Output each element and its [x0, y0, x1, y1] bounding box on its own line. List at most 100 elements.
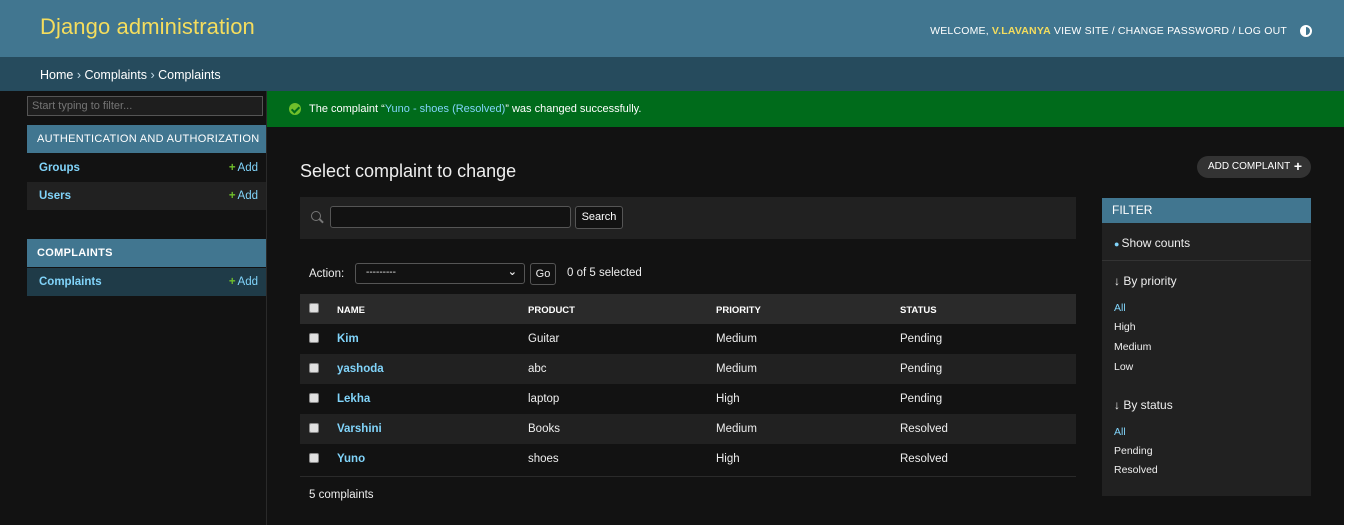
row-priority: Medium	[716, 363, 757, 375]
selection-counter: 0 of 5 selected	[567, 267, 642, 279]
sidebar-item-groups[interactable]: Groups + Add	[27, 154, 266, 182]
view-site-link[interactable]: VIEW SITE	[1054, 25, 1109, 37]
admin-window: Django administration WELCOME, V.LAVANYA…	[0, 0, 1344, 525]
logout-link[interactable]: LOG OUT	[1238, 25, 1287, 37]
breadcrumb-current: Complaints	[158, 68, 221, 82]
filter-title: FILTER	[1102, 198, 1311, 223]
add-complaint-link[interactable]: + Add	[229, 268, 258, 296]
row-name-link[interactable]: Lekha	[337, 393, 370, 405]
add-label: Add	[237, 190, 258, 202]
sidebar-item-label[interactable]: Complaints	[39, 276, 102, 288]
row-checkbox[interactable]	[309, 393, 319, 403]
filter-priority-low[interactable]: Low	[1114, 361, 1133, 373]
check-circle-icon	[289, 103, 301, 115]
filter-priority-all[interactable]: All	[1114, 302, 1126, 314]
separator: /	[1111, 25, 1115, 37]
app-caption-complaints[interactable]: COMPLAINTS	[27, 239, 266, 267]
row-checkbox[interactable]	[309, 333, 319, 343]
eye-icon: ●	[1114, 239, 1120, 249]
column-header-product[interactable]: PRODUCT	[528, 305, 575, 316]
row-name-link[interactable]: Kim	[337, 333, 359, 345]
row-checkbox[interactable]	[309, 363, 319, 373]
row-checkbox[interactable]	[309, 453, 319, 463]
row-product: Books	[528, 423, 560, 435]
action-select-value: ---------	[366, 267, 396, 278]
chevron-down-icon: ⌄	[507, 266, 517, 278]
username: V.LAVANYA	[991, 25, 1051, 37]
sidebar-item-label[interactable]: Users	[39, 190, 71, 202]
table-row: Varshini Books Medium Resolved	[300, 414, 1076, 444]
go-button[interactable]: Go	[530, 263, 556, 285]
row-status: Resolved	[900, 423, 948, 435]
search-button[interactable]: Search	[575, 206, 623, 229]
row-product: laptop	[528, 393, 560, 405]
row-status: Pending	[900, 393, 943, 405]
add-complaint-button[interactable]: ADD COMPLAINT +	[1197, 156, 1311, 178]
add-button-label: ADD COMPLAINT	[1208, 161, 1291, 172]
breadcrumb-app[interactable]: Complaints	[84, 68, 147, 82]
column-header-status[interactable]: STATUS	[900, 305, 937, 316]
success-message: The complaint “Yuno - shoes (Resolved)” …	[267, 91, 1344, 127]
change-password-link[interactable]: CHANGE PASSWORD	[1118, 25, 1229, 37]
table-row: yashoda abc Medium Pending	[300, 354, 1076, 384]
filter-priority-high[interactable]: High	[1114, 321, 1136, 333]
row-name-link[interactable]: Varshini	[337, 423, 382, 435]
sidebar-item-label[interactable]: Groups	[39, 162, 80, 174]
select-all-checkbox[interactable]	[309, 303, 319, 313]
plus-icon: +	[228, 162, 236, 174]
filter-by-priority-title: ↓ By priority	[1114, 274, 1177, 288]
table-header: NAME PRODUCT PRIORITY STATUS	[300, 294, 1076, 324]
site-branding[interactable]: Django administration	[40, 14, 255, 40]
app-caption-auth[interactable]: AUTHENTICATION AND AUTHORIZATION	[27, 125, 266, 153]
column-header-priority[interactable]: PRIORITY	[716, 305, 761, 316]
breadcrumb-separator: ›	[73, 68, 85, 82]
show-counts-link[interactable]: ● Show counts	[1114, 236, 1190, 250]
show-counts-label[interactable]: Show counts	[1121, 236, 1190, 250]
breadcrumb: Home › Complaints › Complaints	[0, 57, 1344, 91]
nav-filter-input[interactable]	[27, 96, 263, 116]
sidebar-item-complaints[interactable]: Complaints + Add	[27, 268, 266, 296]
row-name-link[interactable]: Yuno	[337, 453, 365, 465]
add-label: Add	[237, 162, 258, 174]
plus-icon: +	[228, 276, 236, 288]
table-row: Lekha laptop High Pending	[300, 384, 1076, 414]
search-input[interactable]	[330, 206, 571, 228]
add-groups-link[interactable]: + Add	[229, 154, 258, 182]
page-title: Select complaint to change	[300, 161, 517, 181]
row-priority: Medium	[716, 423, 757, 435]
column-header-name[interactable]: NAME	[337, 305, 365, 316]
breadcrumb-separator: ›	[146, 68, 159, 82]
plus-icon: +	[1293, 158, 1302, 174]
actions-bar: Action: --------- ⌄ Go 0 of 5 selected	[300, 259, 1076, 289]
row-product: Guitar	[528, 333, 560, 345]
action-select[interactable]: --------- ⌄	[355, 263, 525, 284]
separator: /	[1232, 25, 1236, 37]
action-label: Action:	[309, 268, 345, 280]
results-table: NAME PRODUCT PRIORITY STATUS Kim Guitar …	[300, 294, 1076, 474]
plus-icon: +	[228, 190, 236, 202]
search-icon	[311, 211, 321, 221]
filter-status-pending[interactable]: Pending	[1114, 445, 1153, 457]
filter-priority-medium[interactable]: Medium	[1114, 341, 1151, 353]
add-users-link[interactable]: + Add	[229, 182, 258, 210]
welcome-text: WELCOME,	[930, 25, 989, 37]
row-priority: Medium	[716, 333, 757, 345]
breadcrumb-home[interactable]: Home	[40, 68, 73, 82]
nav-sidebar: AUTHENTICATION AND AUTHORIZATION Groups …	[0, 91, 267, 525]
row-status: Pending	[900, 363, 943, 375]
filter-divider	[1102, 260, 1311, 261]
message-text: The complaint “Yuno - shoes (Resolved)” …	[309, 103, 641, 115]
filter-status-resolved[interactable]: Resolved	[1114, 464, 1158, 476]
row-status: Resolved	[900, 453, 948, 465]
row-priority: High	[716, 453, 740, 465]
add-label: Add	[237, 276, 258, 288]
row-checkbox[interactable]	[309, 423, 319, 433]
message-object-link[interactable]: Yuno - shoes (Resolved)	[385, 103, 505, 115]
sidebar-item-users[interactable]: Users + Add	[27, 182, 266, 210]
filter-panel: FILTER ● Show counts ↓ By priority All Hi…	[1102, 198, 1311, 496]
filter-by-status-title: ↓ By status	[1114, 398, 1173, 412]
filter-status-all[interactable]: All	[1114, 426, 1126, 438]
table-row: Kim Guitar Medium Pending	[300, 324, 1076, 354]
row-name-link[interactable]: yashoda	[337, 363, 384, 375]
theme-toggle-icon[interactable]	[1300, 25, 1312, 37]
